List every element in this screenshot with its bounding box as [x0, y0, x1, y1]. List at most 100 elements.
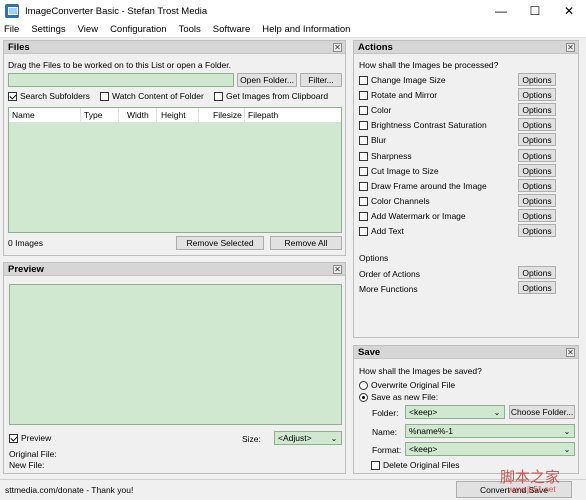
action-checkbox[interactable]: [359, 226, 368, 236]
preview-area: [9, 284, 342, 425]
column-name[interactable]: Name: [9, 108, 81, 122]
action-item[interactable]: Sharpness: [359, 151, 412, 161]
action-checkbox[interactable]: [359, 151, 368, 161]
remove-selected-button[interactable]: Remove Selected: [176, 236, 264, 250]
action-item[interactable]: Brightness Contrast Saturation: [359, 120, 487, 130]
watermark-logo: 脚本之家: [500, 469, 561, 486]
chevron-down-icon: ⌄: [563, 444, 571, 454]
action-checkbox[interactable]: [359, 211, 368, 221]
action-options-button[interactable]: Options: [518, 179, 556, 192]
get-clipboard-option[interactable]: Get Images from Clipboard: [214, 91, 328, 101]
watch-content-option[interactable]: Watch Content of Folder: [100, 91, 204, 101]
preview-close-icon[interactable]: ✕: [333, 265, 342, 274]
menu-tools[interactable]: Tools: [179, 24, 201, 35]
action-options-button[interactable]: Options: [518, 103, 556, 116]
action-item[interactable]: Change Image Size: [359, 75, 446, 85]
watch-content-label: Watch Content of Folder: [112, 91, 204, 101]
action-label: Cut Image to Size: [371, 166, 439, 176]
more-functions-options-button[interactable]: Options: [518, 281, 556, 294]
minimize-icon[interactable]: —: [484, 0, 518, 22]
column-filesize[interactable]: Filesize: [199, 108, 245, 122]
action-checkbox[interactable]: [359, 75, 368, 85]
action-checkbox[interactable]: [359, 120, 368, 130]
search-subfolders-checkbox[interactable]: [8, 91, 17, 101]
remove-all-button[interactable]: Remove All: [270, 236, 342, 250]
watch-content-checkbox[interactable]: [100, 91, 109, 101]
column-type[interactable]: Type: [81, 108, 119, 122]
filter-button[interactable]: Filter...: [300, 73, 342, 87]
size-label: Size:: [242, 434, 261, 444]
action-options-button[interactable]: Options: [518, 149, 556, 162]
name-input[interactable]: %name%-1 ⌄: [405, 424, 575, 438]
preview-title: Preview: [8, 263, 44, 275]
action-options-button[interactable]: Options: [518, 88, 556, 101]
folder-select[interactable]: <keep> ⌄: [405, 405, 505, 419]
actions-close-icon[interactable]: ✕: [566, 43, 575, 52]
search-subfolders-option[interactable]: Search Subfolders: [8, 91, 90, 101]
action-checkbox[interactable]: [359, 90, 368, 100]
preview-option[interactable]: Preview: [9, 433, 51, 443]
action-item[interactable]: Draw Frame around the Image: [359, 181, 487, 191]
menu-software[interactable]: Software: [213, 24, 251, 35]
save-question: How shall the Images be saved?: [359, 366, 482, 376]
files-close-icon[interactable]: ✕: [333, 43, 342, 52]
action-options-button[interactable]: Options: [518, 164, 556, 177]
menu-file[interactable]: File: [4, 24, 19, 35]
open-folder-button[interactable]: Open Folder...: [237, 73, 297, 87]
action-item[interactable]: Add Watermark or Image: [359, 211, 466, 221]
maximize-icon[interactable]: ☐: [518, 0, 552, 22]
save-close-icon[interactable]: ✕: [566, 348, 575, 357]
column-height[interactable]: Height: [157, 108, 199, 122]
name-input-value: %name%-1: [409, 426, 453, 436]
action-item[interactable]: Blur: [359, 135, 386, 145]
save-title: Save: [358, 346, 381, 358]
size-select-value: <Adjust>: [278, 433, 312, 443]
action-checkbox[interactable]: [359, 181, 368, 191]
folder-path-input[interactable]: [8, 73, 234, 87]
actions-title: Actions: [358, 41, 393, 53]
action-item[interactable]: Color: [359, 105, 391, 115]
save-new-radio[interactable]: [359, 392, 368, 402]
menu-settings[interactable]: Settings: [31, 24, 65, 35]
action-item[interactable]: Rotate and Mirror: [359, 90, 437, 100]
column-filepath[interactable]: Filepath: [245, 108, 341, 122]
column-width[interactable]: Width: [119, 108, 157, 122]
action-options-button[interactable]: Options: [518, 224, 556, 237]
menu-configuration[interactable]: Configuration: [110, 24, 167, 35]
overwrite-option[interactable]: Overwrite Original File: [359, 380, 455, 390]
menu-view[interactable]: View: [78, 24, 98, 35]
action-options-button[interactable]: Options: [518, 194, 556, 207]
action-options-button[interactable]: Options: [518, 133, 556, 146]
action-checkbox[interactable]: [359, 105, 368, 115]
overwrite-radio[interactable]: [359, 380, 368, 390]
folder-select-value: <keep>: [409, 407, 438, 417]
action-checkbox[interactable]: [359, 166, 368, 176]
action-label: Blur: [371, 135, 387, 145]
delete-original-checkbox[interactable]: [371, 460, 380, 470]
action-label: Add Watermark or Image: [371, 211, 466, 221]
action-label: Change Image Size: [371, 75, 446, 85]
delete-original-option[interactable]: Delete Original Files: [371, 460, 460, 470]
preview-label: Preview: [21, 433, 52, 443]
file-list[interactable]: Name Type Width Height Filesize Filepath: [8, 107, 342, 233]
action-item[interactable]: Add Text: [359, 226, 404, 236]
action-options-button[interactable]: Options: [518, 118, 556, 131]
action-options-button[interactable]: Options: [518, 209, 556, 222]
files-title: Files: [8, 41, 30, 53]
action-checkbox[interactable]: [359, 135, 368, 145]
menu-help[interactable]: Help and Information: [262, 24, 350, 35]
choose-folder-button[interactable]: Choose Folder...: [509, 405, 575, 419]
action-options-button[interactable]: Options: [518, 73, 556, 86]
action-item[interactable]: Cut Image to Size: [359, 166, 439, 176]
close-icon[interactable]: ✕: [552, 0, 586, 22]
format-select[interactable]: <keep> ⌄: [405, 442, 575, 456]
action-checkbox[interactable]: [359, 196, 368, 206]
order-of-actions-options-button[interactable]: Options: [518, 266, 556, 279]
size-select[interactable]: <Adjust> ⌄: [274, 431, 342, 445]
preview-header: Preview ✕: [4, 263, 345, 276]
preview-checkbox[interactable]: [9, 433, 18, 443]
get-clipboard-checkbox[interactable]: [214, 91, 223, 101]
save-new-option[interactable]: Save as new File:: [359, 392, 438, 402]
action-label: Brightness Contrast Saturation: [371, 120, 487, 130]
action-item[interactable]: Color Channels: [359, 196, 430, 206]
